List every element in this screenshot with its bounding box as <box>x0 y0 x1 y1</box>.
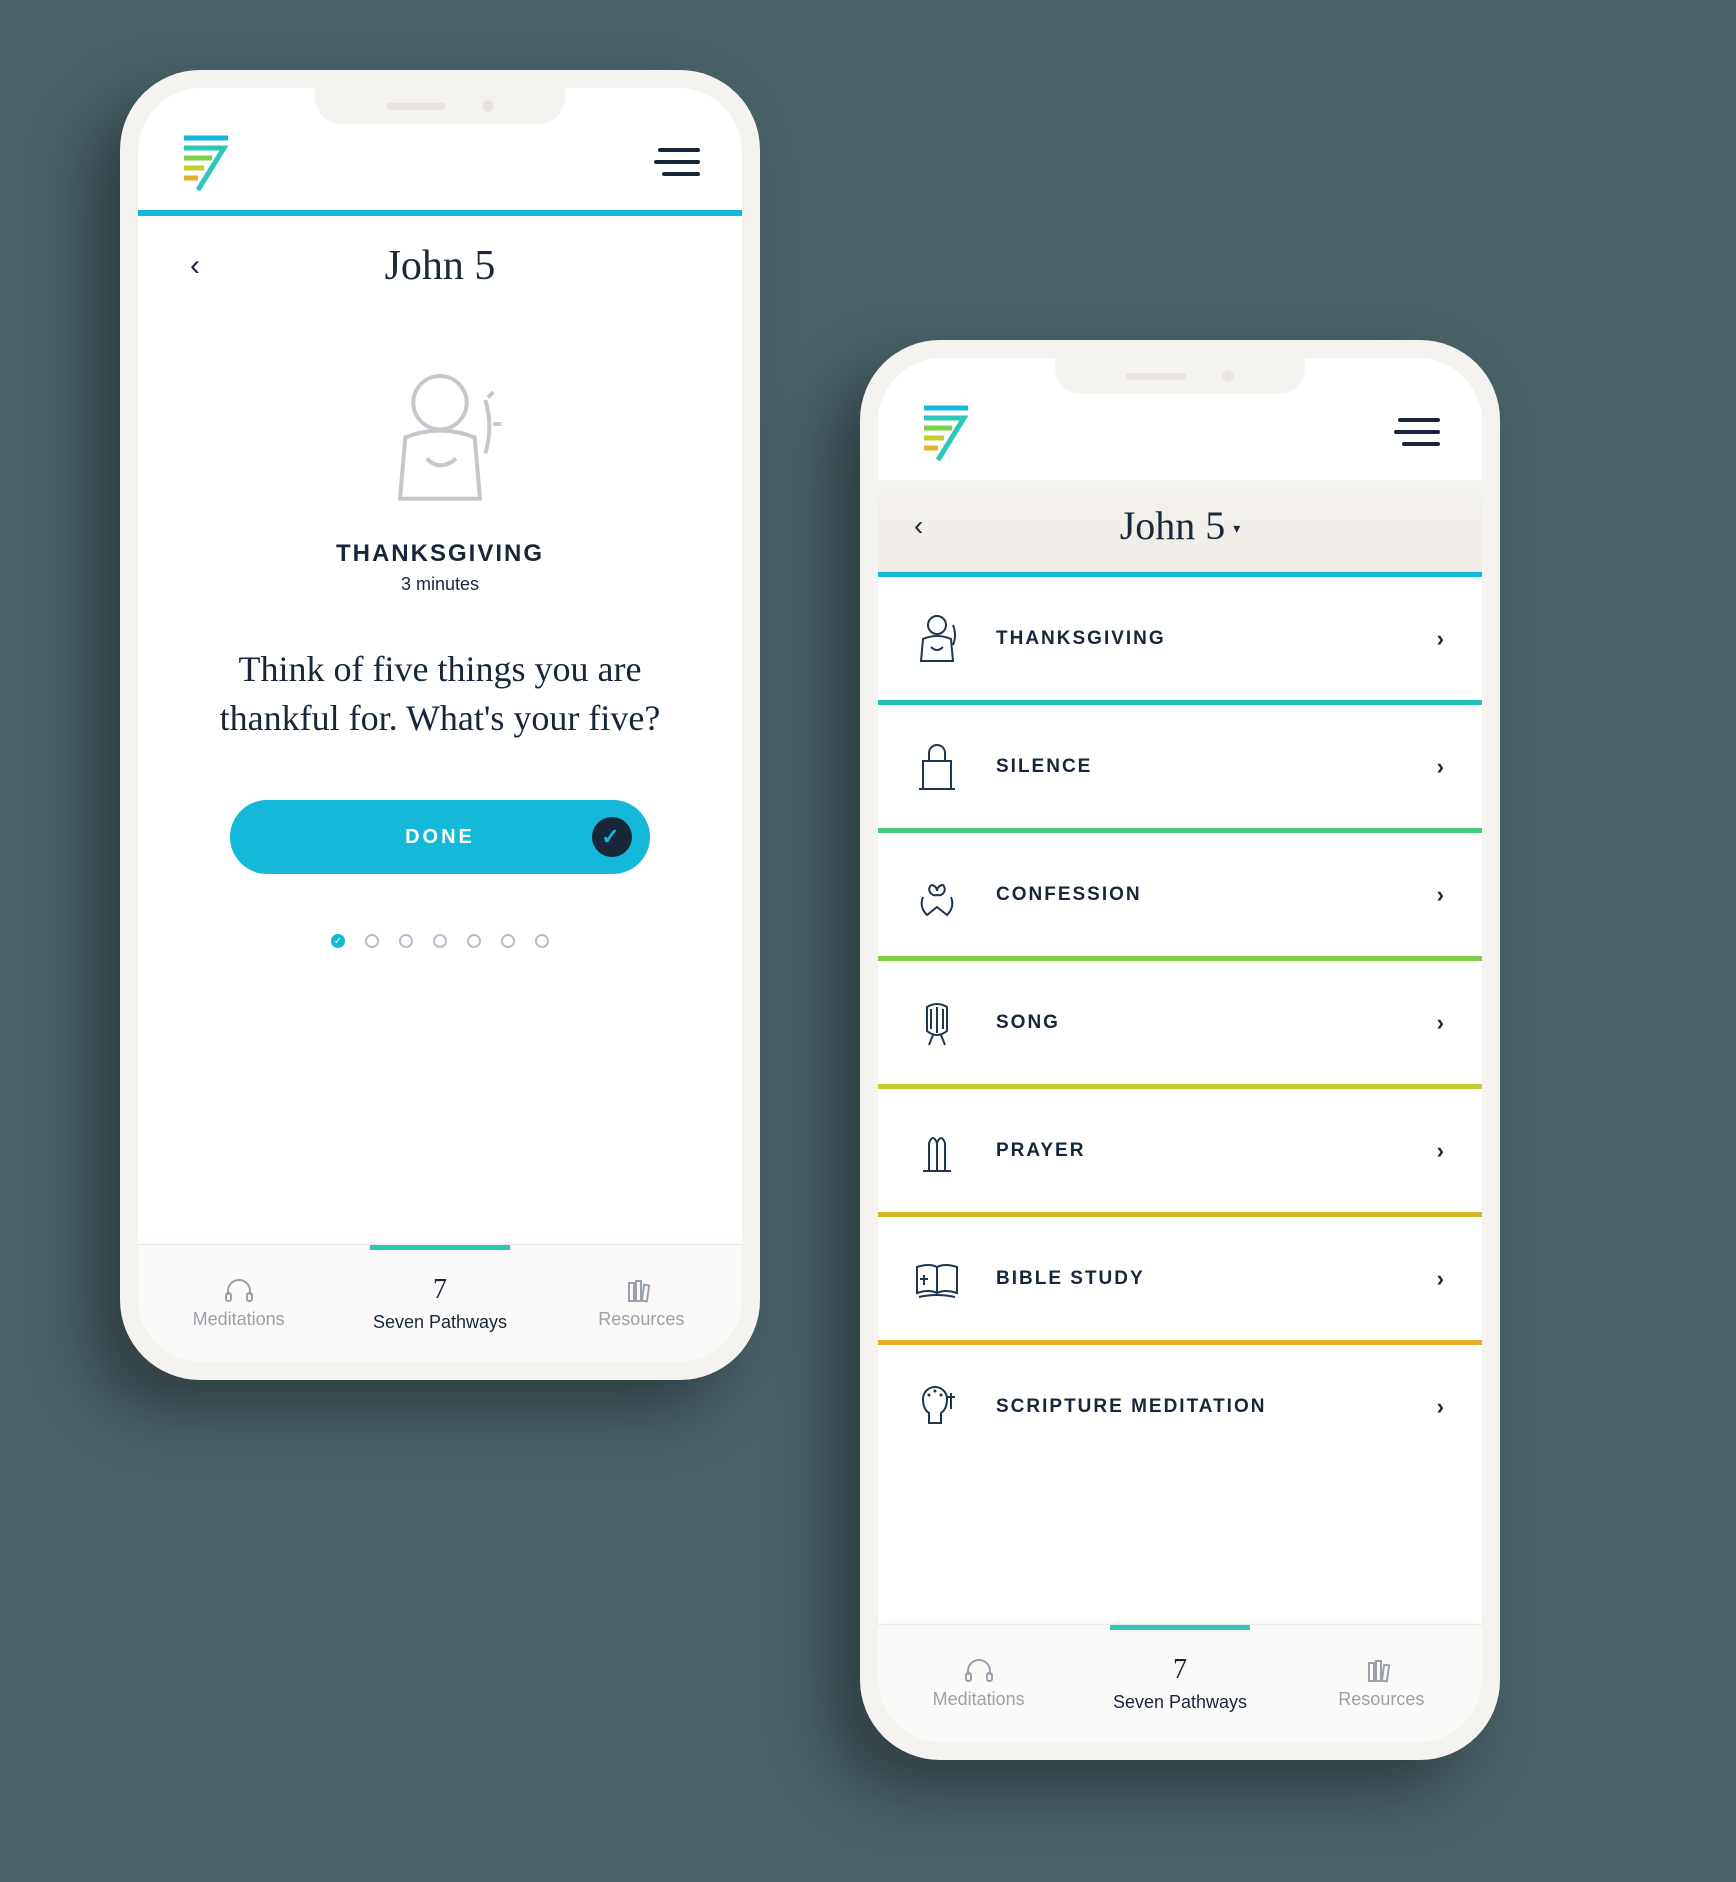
check-icon: ✓ <box>592 817 632 857</box>
bible-study-icon <box>906 1248 968 1310</box>
pathway-label: SILENCE <box>996 756 1409 778</box>
bottom-nav: Meditations 7 Seven Pathways Resources <box>878 1624 1482 1742</box>
confession-icon <box>906 864 968 926</box>
pager-dot[interactable] <box>467 934 481 948</box>
song-icon <box>906 992 968 1054</box>
dropdown-caret-icon[interactable]: ▾ <box>1233 522 1240 537</box>
nav-label: Seven Pathways <box>373 1312 507 1333</box>
pathway-label: CONFESSION <box>996 884 1409 906</box>
pager-dot[interactable] <box>399 934 413 948</box>
silence-icon <box>906 736 968 798</box>
chevron-right-icon: › <box>1437 1266 1444 1292</box>
pathway-label: SCRIPTURE MEDITATION <box>996 1396 1409 1418</box>
nav-meditations[interactable]: Meditations <box>138 1245 339 1362</box>
nav-label: Resources <box>1338 1689 1424 1710</box>
pager-dot[interactable] <box>535 934 549 948</box>
pager-dot[interactable] <box>501 934 515 948</box>
page-title: John 5 <box>385 242 496 290</box>
books-icon <box>1366 1657 1396 1683</box>
pager-dot[interactable]: ✓ <box>331 934 345 948</box>
chevron-right-icon: › <box>1437 882 1444 908</box>
pathway-row-confession[interactable]: CONFESSION › <box>878 828 1482 956</box>
pager-dot[interactable] <box>433 934 447 948</box>
nav-label: Meditations <box>933 1689 1025 1710</box>
pathway-row-prayer[interactable]: PRAYER › <box>878 1084 1482 1212</box>
nav-seven-pathways[interactable]: 7 Seven Pathways <box>339 1245 540 1362</box>
chevron-right-icon: › <box>1437 1394 1444 1420</box>
pathway-label: THANKSGIVING <box>996 628 1409 650</box>
nav-seven-pathways[interactable]: 7 Seven Pathways <box>1079 1625 1280 1742</box>
back-button[interactable]: ‹ <box>914 510 923 542</box>
app-logo-icon[interactable] <box>920 402 972 462</box>
phone-frame-left: ‹ John 5 THANKSGIVING 3 minutes Think of… <box>120 70 760 1380</box>
pathway-row-silence[interactable]: SILENCE › <box>878 700 1482 828</box>
front-camera <box>482 100 494 112</box>
speaker-grille <box>1126 373 1186 380</box>
pager-dot[interactable] <box>365 934 379 948</box>
speaker-grille <box>386 103 446 110</box>
thanksgiving-icon <box>906 608 968 670</box>
menu-icon[interactable] <box>654 144 700 180</box>
phone-notch <box>1055 358 1305 394</box>
pathway-label: SONG <box>996 1012 1409 1034</box>
front-camera <box>1222 370 1234 382</box>
thanksgiving-icon <box>360 360 520 520</box>
pathway-row-scripture-meditation[interactable]: SCRIPTURE MEDITATION › <box>878 1340 1482 1468</box>
progress-pager: ✓ <box>331 934 549 948</box>
bottom-nav: Meditations 7 Seven Pathways Resources <box>138 1244 742 1362</box>
seven-icon: 7 <box>433 1274 447 1306</box>
nav-label: Seven Pathways <box>1113 1692 1247 1713</box>
chevron-right-icon: › <box>1437 754 1444 780</box>
seven-icon: 7 <box>1173 1654 1187 1686</box>
chevron-right-icon: › <box>1437 1010 1444 1036</box>
phone-frame-right: ‹ John 5▾ THANKSGIVING › SILENCE › <box>860 340 1500 1760</box>
pathway-row-bible-study[interactable]: BIBLE STUDY › <box>878 1212 1482 1340</box>
chevron-right-icon: › <box>1437 1138 1444 1164</box>
headphones-icon <box>964 1657 994 1683</box>
chevron-right-icon: › <box>1437 626 1444 652</box>
pathway-label: PRAYER <box>996 1140 1409 1162</box>
section-heading: THANKSGIVING <box>336 540 544 568</box>
phone-notch <box>315 88 565 124</box>
prayer-icon <box>906 1120 968 1182</box>
nav-label: Meditations <box>193 1309 285 1330</box>
pathway-label: BIBLE STUDY <box>996 1268 1409 1290</box>
page-title: John 5▾ <box>1120 502 1241 549</box>
back-button[interactable]: ‹ <box>190 249 200 283</box>
duration-label: 3 minutes <box>401 574 479 595</box>
nav-meditations[interactable]: Meditations <box>878 1625 1079 1742</box>
pathway-row-song[interactable]: SONG › <box>878 956 1482 1084</box>
nav-label: Resources <box>598 1309 684 1330</box>
scripture-meditation-icon <box>906 1376 968 1438</box>
books-icon <box>626 1277 656 1303</box>
done-button[interactable]: DONE ✓ <box>230 800 650 874</box>
nav-resources[interactable]: Resources <box>541 1245 742 1362</box>
app-logo-icon[interactable] <box>180 132 232 192</box>
nav-resources[interactable]: Resources <box>1281 1625 1482 1742</box>
menu-icon[interactable] <box>1394 414 1440 450</box>
headphones-icon <box>224 1277 254 1303</box>
chapter-header[interactable]: ‹ John 5▾ <box>878 480 1482 572</box>
pathways-list: THANKSGIVING › SILENCE › CONFESSION › <box>878 572 1482 1624</box>
prompt-text: Think of five things you are thankful fo… <box>190 645 690 742</box>
done-button-label: DONE <box>405 826 475 849</box>
pathway-row-thanksgiving[interactable]: THANKSGIVING › <box>878 572 1482 700</box>
